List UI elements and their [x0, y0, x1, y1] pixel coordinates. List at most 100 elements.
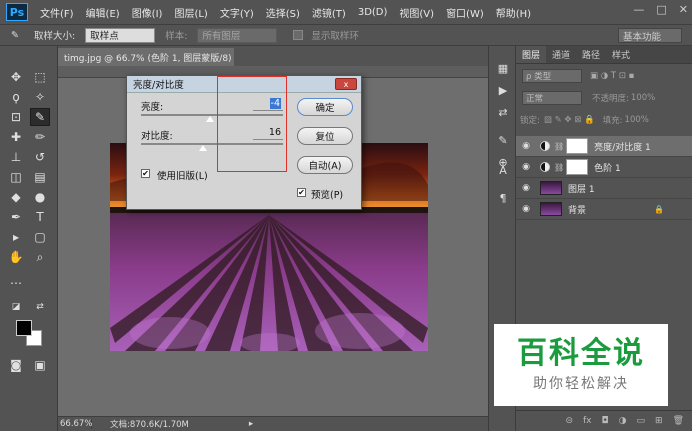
eyedropper-tool-icon[interactable]: ✎ — [30, 108, 50, 126]
history-panel-icon[interactable]: ▦ — [493, 60, 513, 76]
blur-tool-icon[interactable]: ◆ — [6, 188, 26, 206]
minimize-button[interactable]: — — [633, 3, 644, 16]
mask-icon[interactable]: ◘ — [602, 416, 609, 426]
show-ring-label: 显示取样环 — [311, 31, 359, 42]
opacity-value[interactable]: 100% — [631, 93, 655, 103]
sample-select[interactable]: 所有图层 — [197, 27, 278, 43]
marquee-tool-icon[interactable]: ⬚ — [30, 68, 50, 86]
eye-icon[interactable]: ◉ — [516, 183, 536, 193]
brush-tool-icon[interactable]: ✏ — [30, 128, 50, 146]
menu-image[interactable]: 图像(I) — [126, 5, 169, 20]
menu-layer[interactable]: 图层(L) — [168, 5, 213, 20]
default-colors-icon[interactable]: ◪ — [6, 298, 26, 316]
menu-select[interactable]: 选择(S) — [260, 5, 306, 20]
toolbox: ✥ ⬚ ϙ ✧ ⊡ ✎ ✚ ✏ ⊥ ↺ ◫ ▤ ◆ ● ✒ T ▸ ▢ ✋ ⌕ … — [0, 46, 58, 431]
brush-panel-icon[interactable]: ✎ — [493, 132, 513, 148]
lock-icons[interactable]: ▨ ✎ ✥ ⊠ 🔒 — [544, 115, 595, 125]
fill-label: 填充: — [602, 116, 623, 126]
reset-button[interactable]: 复位 — [297, 127, 353, 145]
layer-name: 色阶 1 — [594, 163, 621, 174]
blend-mode-select[interactable]: 正常 — [522, 91, 582, 105]
paragraph-panel-icon[interactable]: ¶ — [493, 190, 513, 206]
path-select-tool-icon[interactable]: ▸ — [6, 228, 26, 246]
new-layer-icon[interactable]: ⊞ — [655, 416, 663, 426]
eye-icon[interactable]: ◉ — [516, 162, 536, 172]
workspace-select[interactable]: 基本功能 — [618, 28, 682, 43]
foreground-color-swatch[interactable] — [16, 320, 32, 336]
quick-select-tool-icon[interactable]: ✧ — [30, 88, 50, 106]
layer-filter-row: ρ 类型 ▣ ◑ T ⊡ ▪ — [520, 68, 634, 84]
brightness-slider-handle[interactable] — [206, 116, 215, 122]
layer-row-levels[interactable]: ◉ ⛓ 色阶 1 — [516, 157, 692, 178]
crop-tool-icon[interactable]: ⊡ — [6, 108, 26, 126]
gradient-tool-icon[interactable]: ▤ — [30, 168, 50, 186]
menu-help[interactable]: 帮助(H) — [490, 5, 537, 20]
fill-value[interactable]: 100% — [625, 115, 649, 125]
tab-paths[interactable]: 路径 — [576, 46, 606, 63]
use-legacy-checkbox[interactable]: ✔ — [141, 169, 150, 178]
layer-row-layer1[interactable]: ◉ 图层 1 — [516, 178, 692, 199]
tab-styles[interactable]: 样式 — [606, 46, 636, 63]
lasso-tool-icon[interactable]: ϙ — [6, 88, 26, 106]
tab-layers[interactable]: 图层 — [516, 46, 547, 63]
preview-checkbox[interactable]: ✔ — [297, 188, 306, 197]
show-ring-checkbox[interactable] — [293, 30, 304, 40]
trash-icon[interactable]: 🗑 — [673, 416, 684, 426]
link-icon[interactable]: ⊝ — [565, 416, 573, 426]
eye-icon[interactable]: ◉ — [516, 204, 536, 214]
layer-mask-thumbnail[interactable] — [566, 159, 589, 175]
eye-icon[interactable]: ◉ — [516, 141, 536, 151]
more-tools-icon[interactable]: ⋯ — [6, 274, 26, 292]
shape-tool-icon[interactable]: ▢ — [30, 228, 50, 246]
menu-type[interactable]: 文字(Y) — [214, 5, 260, 20]
hand-tool-icon[interactable]: ✋ — [6, 248, 26, 266]
menu-file[interactable]: 文件(F) — [34, 5, 80, 20]
quick-mask-icon[interactable]: ◙ — [6, 356, 26, 374]
properties-panel-icon[interactable]: ⇄ — [493, 104, 513, 120]
zoom-tool-icon[interactable]: ⌕ — [30, 248, 50, 266]
ok-button[interactable]: 确定 — [297, 98, 353, 116]
menu-edit[interactable]: 编辑(E) — [80, 5, 126, 20]
photoshop-logo: Ps — [6, 3, 28, 21]
maximize-button[interactable]: □ — [656, 3, 666, 16]
character-panel-icon[interactable]: A — [493, 162, 513, 178]
layer-row-brightness-contrast[interactable]: ◉ ⛓ 亮度/对比度 1 — [516, 136, 692, 157]
healing-tool-icon[interactable]: ✚ — [6, 128, 26, 146]
tab-channels[interactable]: 通道 — [546, 46, 576, 63]
move-tool-icon[interactable]: ✥ — [6, 68, 26, 86]
fx-icon[interactable]: fx — [583, 416, 592, 426]
stamp-tool-icon[interactable]: ⊥ — [6, 148, 26, 166]
eyedropper-tool-icon[interactable]: ✎ — [0, 30, 30, 41]
sample-size-select[interactable]: 取样点 — [85, 27, 156, 43]
menu-view[interactable]: 视图(V) — [393, 5, 440, 20]
history-brush-tool-icon[interactable]: ↺ — [30, 148, 50, 166]
pen-tool-icon[interactable]: ✒ — [6, 208, 26, 226]
eraser-tool-icon[interactable]: ◫ — [6, 168, 26, 186]
layer-row-background[interactable]: ◉ 背景 🔒 — [516, 199, 692, 220]
auto-button[interactable]: 自动(A) — [297, 156, 353, 174]
dodge-tool-icon[interactable]: ● — [30, 188, 50, 206]
lock-label: 锁定: — [520, 116, 540, 126]
chain-icon[interactable]: ⛓ — [554, 142, 564, 151]
adjustment-icon[interactable]: ◑ — [619, 416, 627, 426]
menu-3d[interactable]: 3D(D) — [352, 7, 394, 18]
use-legacy-label: 使用旧版(L) — [157, 171, 208, 182]
document-tab[interactable]: timg.jpg @ 66.7% (色阶 1, 图层蒙版/8) * ✕ — [58, 48, 234, 66]
dialog-close-button[interactable]: x — [335, 78, 357, 90]
status-arrow-icon[interactable]: ▸ — [249, 419, 253, 429]
folder-icon[interactable]: ▭ — [637, 416, 646, 426]
actions-panel-icon[interactable]: ▶ — [493, 82, 513, 98]
menu-window[interactable]: 窗口(W) — [440, 5, 490, 20]
brightness-label: 亮度: — [141, 102, 164, 113]
layer-filter-select[interactable]: ρ 类型 — [522, 69, 582, 83]
contrast-slider-handle[interactable] — [199, 145, 208, 151]
menu-filter[interactable]: 滤镜(T) — [306, 5, 352, 20]
zoom-field[interactable]: 66.67% — [58, 419, 92, 429]
type-tool-icon[interactable]: T — [30, 208, 50, 226]
close-button[interactable]: ✕ — [679, 3, 688, 16]
swap-colors-icon[interactable]: ⇄ — [30, 298, 50, 316]
screen-mode-icon[interactable]: ▣ — [30, 356, 50, 374]
filter-icons[interactable]: ▣ ◑ T ⊡ ▪ — [590, 71, 634, 81]
layer-mask-thumbnail[interactable] — [566, 138, 589, 154]
chain-icon[interactable]: ⛓ — [554, 163, 564, 172]
